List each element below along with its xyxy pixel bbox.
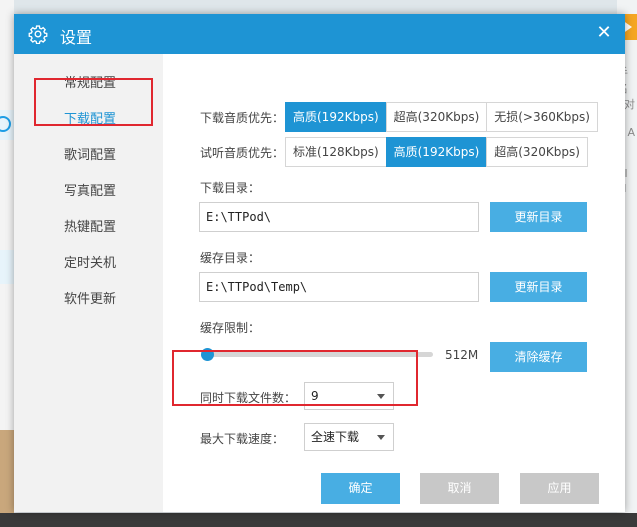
download-quality-option[interactable]: 高质(192Kbps)	[285, 102, 387, 132]
download-settings-panel: 下载音质优先： 高质(192Kbps) 超高(320Kbps) 无损(>360K…	[163, 54, 625, 512]
preview-quality-label: 试听音质优先：	[200, 146, 285, 160]
background-text: 对	[624, 98, 635, 111]
cache-dir-label: 缓存目录：	[200, 251, 261, 265]
cache-dir-field[interactable]: E:\TTPod\Temp\	[199, 272, 479, 302]
sidebar-item-download[interactable]: 下载配置	[14, 102, 163, 138]
sidebar-item-photo[interactable]: 写真配置	[14, 174, 163, 210]
chevron-down-icon	[377, 435, 385, 440]
concurrent-downloads-select[interactable]: 9	[304, 382, 394, 410]
download-quality-option[interactable]: 超高(320Kbps)	[385, 102, 488, 132]
cache-limit-slider-handle[interactable]	[201, 348, 214, 361]
background-album-art	[0, 430, 14, 515]
update-download-dir-button[interactable]: 更新目录	[490, 202, 587, 232]
preview-quality-option[interactable]: 标准(128Kbps)	[285, 137, 387, 167]
cache-limit-slider[interactable]	[203, 352, 433, 357]
preview-quality-option[interactable]: 高质(192Kbps)	[385, 137, 488, 167]
chevron-down-icon	[377, 394, 385, 399]
background-left-highlight-2	[0, 250, 14, 284]
max-speed-value: 全速下载	[311, 430, 360, 444]
background-app-top	[0, 0, 637, 14]
dialog-title: 设置	[60, 28, 93, 47]
sidebar-item-general[interactable]: 常规配置	[14, 66, 163, 102]
settings-dialog: 设置 ✕ 常规配置 下载配置 歌词配置 写真配置 热键配置 定时关机 软件更新 …	[14, 14, 625, 512]
sidebar-item-update[interactable]: 软件更新	[14, 282, 163, 318]
background-app-bottom	[0, 513, 637, 527]
preview-quality-selector: 标准(128Kbps) 高质(192Kbps) 超高(320Kbps)	[285, 137, 588, 167]
close-icon[interactable]: ✕	[595, 23, 613, 43]
sidebar-item-shutdown-timer[interactable]: 定时关机	[14, 246, 163, 282]
sidebar-item-lyrics[interactable]: 歌词配置	[14, 138, 163, 174]
preview-quality-option[interactable]: 超高(320Kbps)	[486, 137, 588, 167]
download-dir-label: 下载目录：	[200, 181, 261, 195]
apply-button[interactable]: 应用	[520, 473, 599, 504]
download-quality-selector: 高质(192Kbps) 超高(320Kbps) 无损(>360Kbps)	[285, 102, 598, 132]
clear-cache-button[interactable]: 清除缓存	[490, 342, 587, 372]
max-speed-select[interactable]: 全速下载	[304, 423, 394, 451]
gear-icon	[28, 25, 48, 44]
download-quality-label: 下载音质优先：	[200, 111, 285, 125]
max-speed-label: 最大下载速度：	[200, 432, 285, 446]
download-quality-option[interactable]: 无损(>360Kbps)	[486, 102, 598, 132]
ok-button[interactable]: 确定	[321, 473, 400, 504]
concurrent-downloads-label: 同时下载文件数：	[200, 391, 297, 405]
cancel-button[interactable]: 取消	[420, 473, 499, 504]
download-dir-field[interactable]: E:\TTPod\	[199, 202, 479, 232]
sidebar-item-hotkeys[interactable]: 热键配置	[14, 210, 163, 246]
concurrent-downloads-value: 9	[311, 389, 319, 403]
dialog-titlebar: 设置 ✕	[14, 14, 625, 54]
cache-limit-label: 缓存限制：	[200, 321, 261, 335]
update-cache-dir-button[interactable]: 更新目录	[490, 272, 587, 302]
cache-limit-value: 512M	[445, 348, 479, 362]
settings-sidebar: 常规配置 下载配置 歌词配置 写真配置 热键配置 定时关机 软件更新	[14, 54, 163, 512]
